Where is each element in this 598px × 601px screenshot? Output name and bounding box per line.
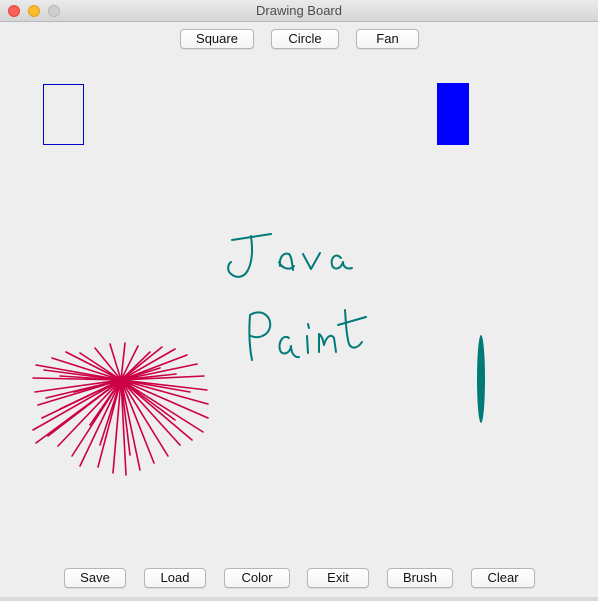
window-title: Drawing Board: [256, 3, 342, 18]
exit-button[interactable]: Exit: [307, 568, 369, 588]
drawing-canvas[interactable]: [0, 22, 598, 601]
drawing-board-window: Drawing Board Square Circle Fan Save Loa…: [0, 0, 598, 601]
window-bottom-edge: [0, 597, 598, 601]
handwriting-java: [227, 233, 353, 278]
load-button[interactable]: Load: [144, 568, 206, 588]
brush-ellipse: [477, 335, 485, 423]
brush-button[interactable]: Brush: [387, 568, 453, 588]
filled-rectangle: [437, 83, 469, 145]
fan-drawing: [32, 342, 209, 476]
handwriting-paint: [248, 309, 367, 361]
outlined-rectangle: [43, 84, 84, 145]
save-button[interactable]: Save: [64, 568, 126, 588]
clear-button[interactable]: Clear: [471, 568, 535, 588]
color-button[interactable]: Color: [224, 568, 290, 588]
title-bar[interactable]: Drawing Board: [0, 0, 598, 22]
